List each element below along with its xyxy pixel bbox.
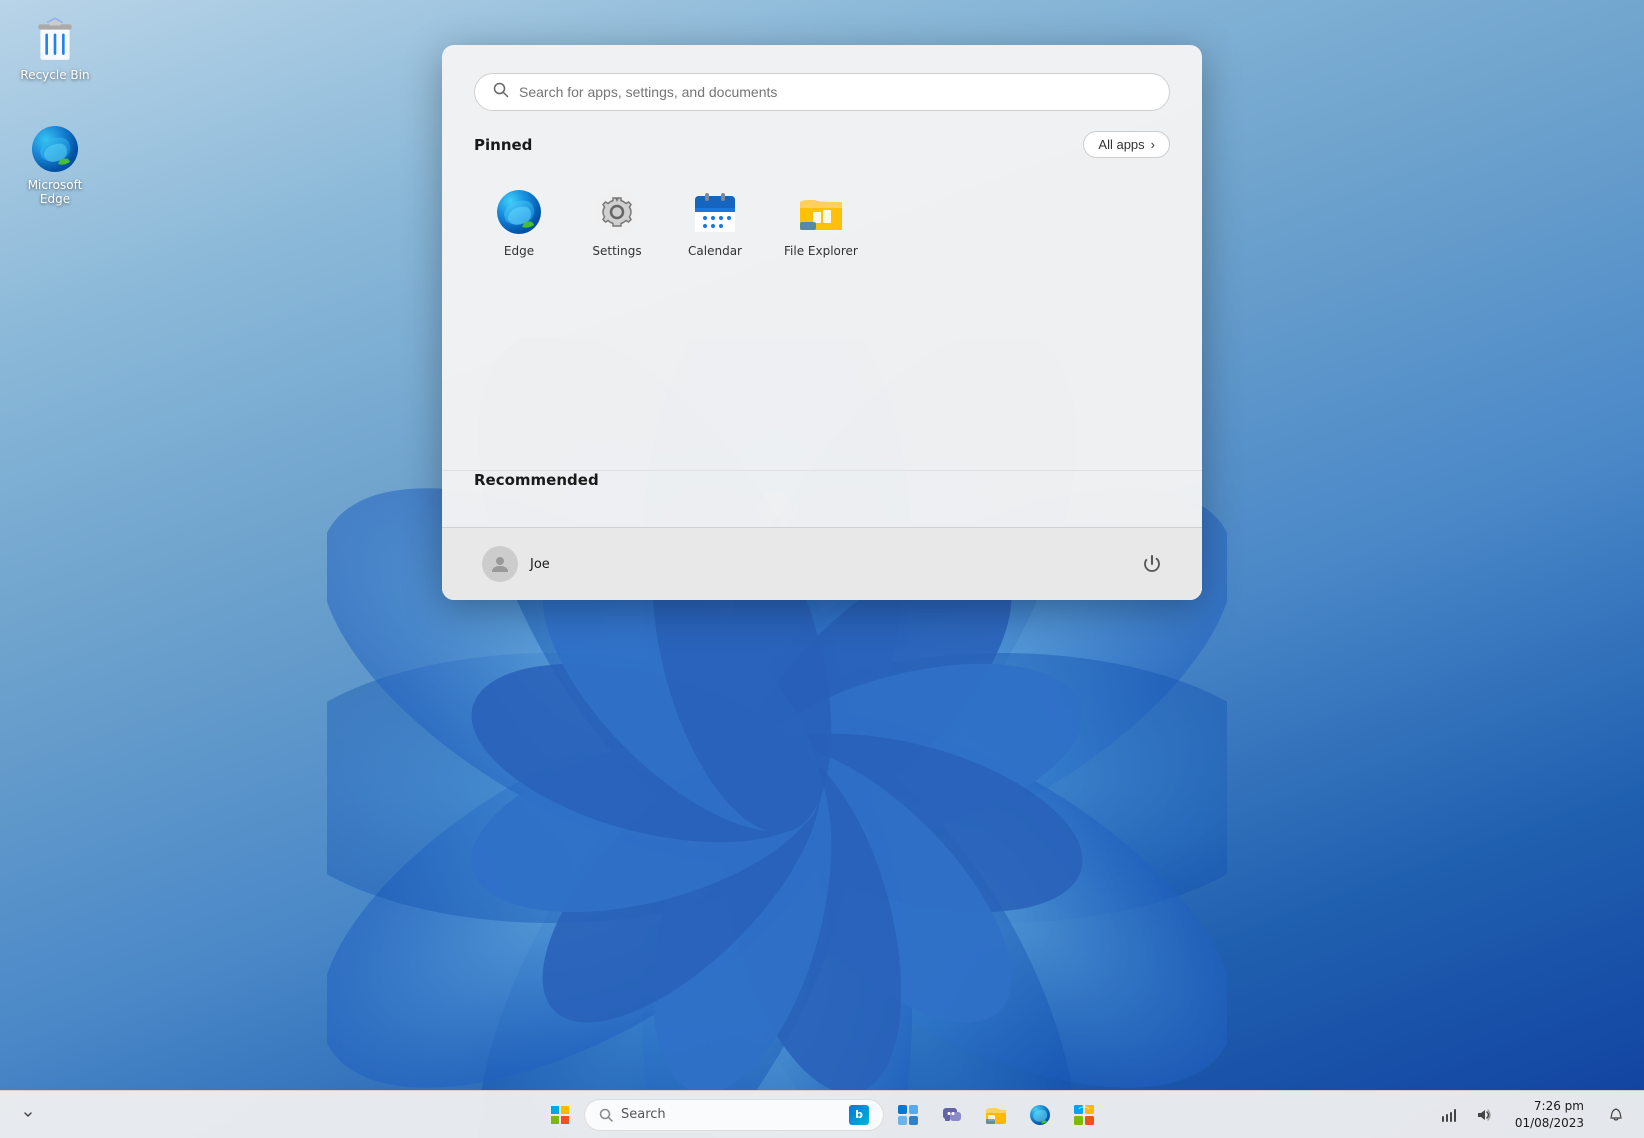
calendar-app-icon bbox=[691, 188, 739, 236]
edge-desktop-label: Microsoft Edge bbox=[14, 178, 96, 206]
taskbar-search-text: Search bbox=[621, 1107, 666, 1122]
widgets-button[interactable] bbox=[888, 1095, 928, 1135]
file-explorer-app-label: File Explorer bbox=[784, 244, 858, 258]
user-avatar bbox=[482, 546, 518, 582]
recommended-title: Recommended bbox=[474, 471, 599, 489]
taskbar-search-bar[interactable]: Search b bbox=[584, 1099, 884, 1131]
start-search-bar[interactable] bbox=[474, 73, 1170, 111]
notifications-button[interactable] bbox=[1600, 1099, 1632, 1131]
start-search-input[interactable] bbox=[519, 84, 1151, 100]
taskbar-right: 7:26 pm 01/08/2023 bbox=[1433, 1096, 1632, 1134]
start-search-icon bbox=[493, 82, 509, 102]
pinned-title: Pinned bbox=[474, 136, 532, 154]
taskbar-store-button[interactable] bbox=[1064, 1095, 1104, 1135]
power-button[interactable] bbox=[1134, 546, 1170, 582]
pinned-app-settings[interactable]: Settings bbox=[572, 176, 662, 270]
time-display: 7:26 pm bbox=[1515, 1098, 1584, 1115]
pinned-section: Pinned All apps › bbox=[442, 131, 1202, 290]
taskbar: Search b bbox=[0, 1090, 1644, 1138]
edge-app-label: Edge bbox=[504, 244, 534, 258]
clock-date-display[interactable]: 7:26 pm 01/08/2023 bbox=[1507, 1096, 1592, 1134]
pinned-app-edge[interactable]: Edge bbox=[474, 176, 564, 270]
start-search-container bbox=[442, 45, 1202, 131]
settings-app-icon bbox=[593, 188, 641, 236]
recommended-header: Recommended bbox=[474, 471, 1170, 489]
pinned-header: Pinned All apps › bbox=[474, 131, 1170, 158]
edge-app-icon bbox=[495, 188, 543, 236]
start-menu: Pinned All apps › bbox=[442, 45, 1202, 600]
date-display: 01/08/2023 bbox=[1515, 1115, 1584, 1132]
taskbar-left bbox=[12, 1099, 44, 1131]
start-button[interactable] bbox=[540, 1095, 580, 1135]
user-name-label: Joe bbox=[530, 557, 550, 572]
recycle-bin-desktop-icon[interactable]: Recycle Bin bbox=[10, 10, 100, 86]
recycle-bin-label: Recycle Bin bbox=[20, 68, 89, 82]
volume-icon-tray[interactable] bbox=[1467, 1099, 1499, 1131]
recommended-section: Recommended bbox=[442, 470, 1202, 527]
file-explorer-app-icon bbox=[797, 188, 845, 236]
pinned-apps-grid: Edge Settings bbox=[474, 176, 1170, 270]
taskbar-center: Search b bbox=[540, 1095, 1104, 1135]
start-menu-spacer bbox=[442, 290, 1202, 470]
all-apps-button[interactable]: All apps › bbox=[1083, 131, 1170, 158]
user-profile-button[interactable]: Joe bbox=[474, 542, 558, 586]
chat-button[interactable] bbox=[932, 1095, 972, 1135]
show-hidden-icons-button[interactable] bbox=[12, 1099, 44, 1131]
taskbar-file-explorer-button[interactable] bbox=[976, 1095, 1016, 1135]
edge-desktop-icon[interactable]: Microsoft Edge bbox=[10, 120, 100, 210]
all-apps-label: All apps bbox=[1098, 137, 1144, 152]
settings-app-label: Settings bbox=[592, 244, 641, 258]
network-icon-tray[interactable] bbox=[1433, 1099, 1465, 1131]
start-menu-footer: Joe bbox=[442, 527, 1202, 600]
pinned-app-file-explorer[interactable]: File Explorer bbox=[768, 176, 874, 270]
taskbar-edge-button[interactable] bbox=[1020, 1095, 1060, 1135]
system-tray bbox=[1433, 1099, 1499, 1131]
calendar-app-label: Calendar bbox=[688, 244, 742, 258]
all-apps-chevron: › bbox=[1151, 137, 1155, 152]
pinned-app-calendar[interactable]: Calendar bbox=[670, 176, 760, 270]
